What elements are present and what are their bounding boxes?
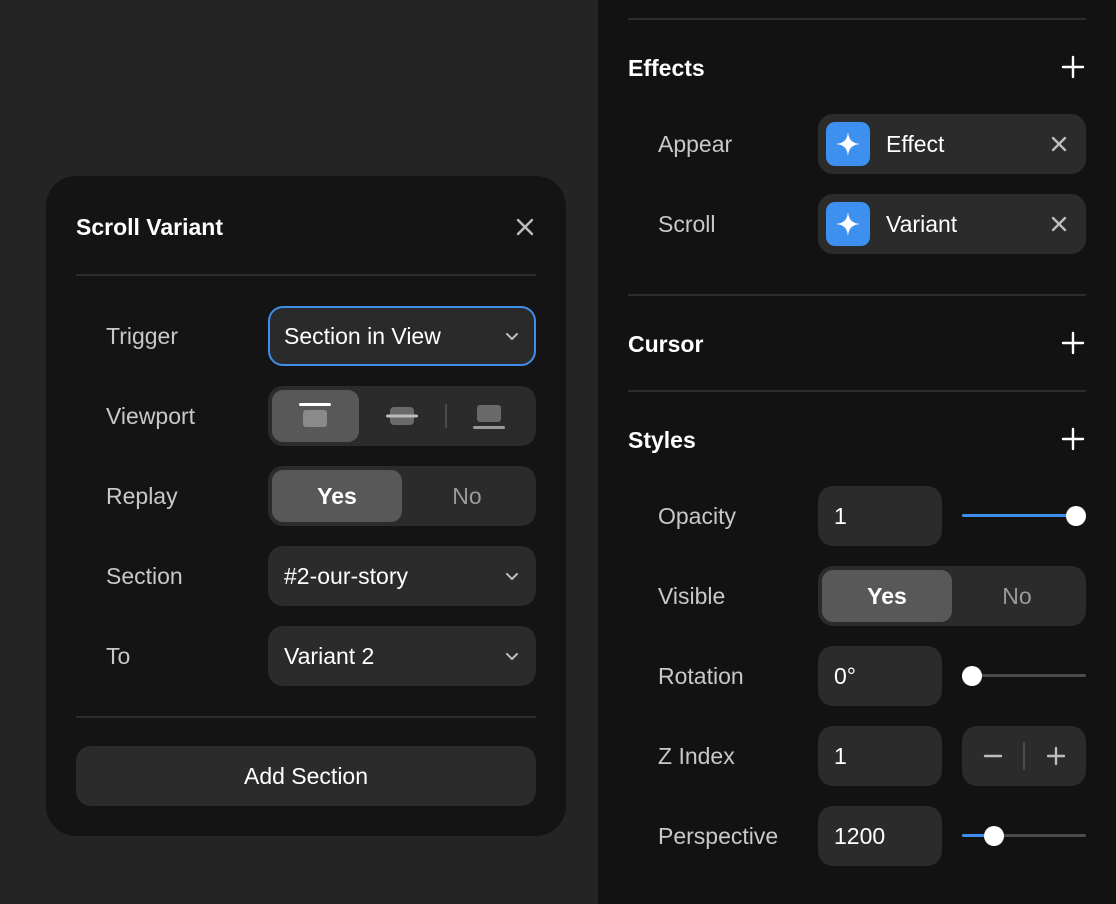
replay-segmented-control[interactable]: Yes No	[268, 466, 536, 526]
scroll-chip-text: Variant	[886, 210, 958, 237]
styles-title: Styles	[628, 427, 696, 453]
visible-segmented-control[interactable]: Yes No	[818, 566, 1086, 626]
add-cursor-plus-icon[interactable]	[1060, 330, 1086, 356]
divider	[76, 716, 536, 718]
trigger-select[interactable]: Section in View	[268, 306, 536, 366]
trigger-label: Trigger	[106, 323, 178, 349]
sparkle-icon	[826, 122, 870, 166]
scroll-variant-popover: Scroll Variant Trigger Section in View V…	[46, 176, 566, 836]
top-align-icon	[299, 403, 332, 427]
properties-panel: Effects Appear Effect Scroll Variant Cur…	[598, 0, 1116, 904]
close-icon[interactable]	[512, 214, 538, 240]
slider-fill	[962, 514, 1076, 517]
appear-chip-text: Effect	[886, 130, 945, 157]
decrement-button[interactable]	[962, 726, 1023, 786]
visible-no-option[interactable]: No	[952, 570, 1082, 622]
effects-title: Effects	[628, 55, 705, 81]
to-value: Variant 2	[284, 642, 375, 669]
zindex-input[interactable]: 1	[818, 726, 942, 786]
to-select[interactable]: Variant 2	[268, 626, 536, 686]
minus-icon	[983, 754, 1002, 758]
divider	[76, 274, 536, 276]
sparkle-icon	[826, 202, 870, 246]
chevron-down-icon	[506, 653, 518, 660]
bottom-align-icon	[472, 405, 505, 429]
popover-title: Scroll Variant	[76, 214, 224, 240]
viewport-center-option[interactable]	[359, 390, 446, 442]
zindex-stepper[interactable]	[962, 726, 1086, 786]
center-align-icon	[386, 407, 418, 425]
visible-label: Visible	[658, 583, 726, 609]
perspective-input[interactable]: 1200	[818, 806, 942, 866]
trigger-value: Section in View	[284, 322, 441, 349]
rotation-label: Rotation	[658, 663, 744, 689]
section-select[interactable]: #2-our-story	[268, 546, 536, 606]
plus-icon	[1046, 746, 1065, 766]
appear-effect-chip[interactable]: Effect	[818, 114, 1086, 174]
remove-icon[interactable]	[1050, 135, 1068, 153]
perspective-label: Perspective	[658, 823, 779, 849]
cursor-title: Cursor	[628, 331, 704, 357]
zindex-label: Z Index	[658, 743, 735, 769]
viewport-label: Viewport	[106, 403, 196, 429]
section-label: Section	[106, 563, 183, 589]
add-section-button[interactable]: Add Section	[76, 746, 536, 806]
divider	[628, 18, 1086, 20]
divider	[628, 294, 1086, 296]
to-label: To	[106, 643, 131, 669]
remove-icon[interactable]	[1050, 215, 1068, 233]
slider-knob[interactable]	[1066, 506, 1086, 526]
section-value: #2-our-story	[284, 562, 408, 589]
viewport-segmented-control[interactable]	[268, 386, 536, 446]
viewport-bottom-option[interactable]	[445, 390, 532, 442]
rotation-slider[interactable]	[962, 664, 1086, 688]
chevron-down-icon	[506, 333, 518, 340]
perspective-slider[interactable]	[962, 824, 1086, 848]
opacity-slider[interactable]	[962, 504, 1086, 528]
opacity-input[interactable]: 1	[818, 486, 942, 546]
divider	[628, 390, 1086, 392]
scroll-label: Scroll	[658, 211, 716, 237]
replay-yes-option[interactable]: Yes	[272, 470, 402, 522]
increment-button[interactable]	[1025, 726, 1086, 786]
chevron-down-icon	[506, 573, 518, 580]
slider-knob[interactable]	[962, 666, 982, 686]
viewport-top-option[interactable]	[272, 390, 359, 442]
visible-yes-option[interactable]: Yes	[822, 570, 952, 622]
add-effect-plus-icon[interactable]	[1060, 54, 1086, 80]
appear-label: Appear	[658, 131, 733, 157]
opacity-label: Opacity	[658, 503, 736, 529]
rotation-input[interactable]: 0°	[818, 646, 942, 706]
add-style-plus-icon[interactable]	[1060, 426, 1086, 452]
scroll-variant-chip[interactable]: Variant	[818, 194, 1086, 254]
replay-label: Replay	[106, 483, 178, 509]
slider-knob[interactable]	[983, 826, 1004, 846]
replay-no-option[interactable]: No	[402, 470, 532, 522]
